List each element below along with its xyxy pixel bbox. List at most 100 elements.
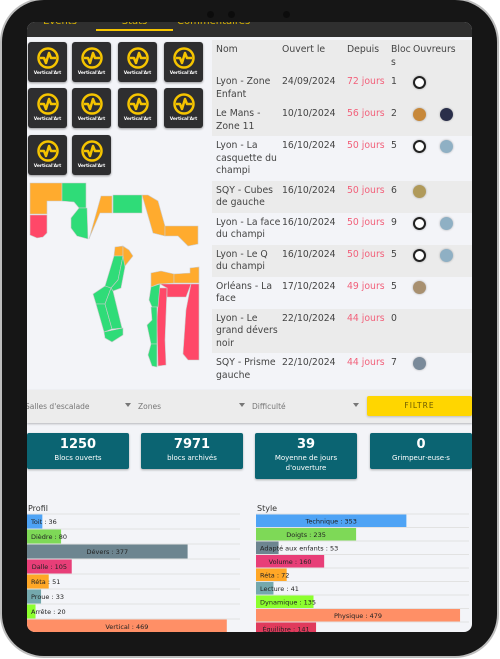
zone-name: Orléans - La face	[216, 280, 273, 305]
days-since: 50 jours	[347, 248, 385, 260]
zone-polygon-bad[interactable]	[29, 214, 48, 239]
vertical-art-logo-icon	[172, 93, 195, 115]
table-row[interactable]: Orléans - La face 17/10/2024 49 jours 5	[212, 277, 472, 309]
gym-logo-tile[interactable]: Vertical'Art	[28, 88, 67, 128]
gym-select[interactable]: Salles d'escalade	[27, 402, 90, 411]
opener-avatar[interactable]	[440, 140, 453, 153]
zone-polygon-warn[interactable]	[141, 194, 166, 237]
zone-polygon-good[interactable]	[112, 194, 143, 214]
gym-logo-tile[interactable]: Vertical'Art	[164, 42, 203, 82]
zone-name: SQY - Prisme gauche	[216, 357, 276, 380]
stat-value: 7971	[173, 437, 211, 452]
openers	[413, 280, 472, 306]
table-row[interactable]: Lyon - La casquette du champi 16/10/2024 5…	[212, 136, 472, 181]
zone-polygon-good[interactable]	[70, 207, 89, 240]
days-since: 44 jours	[347, 357, 385, 368]
zone-polygon-good[interactable]	[147, 343, 158, 368]
bar-label: Lecture : 41	[260, 585, 299, 593]
stat-label: Moyenne de jours d'ouverture	[274, 454, 338, 472]
table-row[interactable]: Le Mans - Zone 11 10/10/2024 56 jours 2	[212, 104, 472, 136]
zone-polygon-good[interactable]	[148, 283, 161, 308]
vertical-art-logo-icon	[172, 47, 195, 69]
vertical-art-logo-icon	[36, 47, 59, 69]
opener-avatar[interactable]	[440, 108, 453, 121]
bar-label: Physique : 479	[334, 612, 382, 620]
bar-label: Toit : 36	[30, 518, 57, 526]
zone-name: SQY - Cubes de gauche	[216, 184, 274, 209]
zone-polygon-warn[interactable]	[29, 182, 63, 215]
header-ouvert[interactable]: Ouvert le	[282, 44, 347, 69]
block-count: 5	[391, 248, 397, 260]
zone-polygon-good[interactable]	[146, 306, 158, 345]
table-row[interactable]: Lyon - La face du champi 16/10/2024 50 jou…	[212, 213, 472, 245]
bar-label: Réta : 51	[31, 578, 60, 586]
table-row[interactable]: SQY - Cubes de gauche 16/10/2024 50 jours 6	[212, 180, 472, 213]
tab-stats[interactable]: Stats	[96, 22, 173, 31]
header-blocs[interactable]: Blocs	[391, 44, 413, 69]
zone-name: Lyon - La casquette du champi	[216, 140, 277, 176]
zone-name: Lyon - Le Q du champi	[216, 248, 268, 273]
difficulty-select[interactable]: Difficulté	[252, 402, 286, 411]
header-nom[interactable]: Nom	[216, 44, 282, 69]
chevron-down-icon[interactable]	[353, 403, 359, 407]
days-since: 49 jours	[347, 280, 385, 292]
stat-value: 1250	[59, 437, 97, 452]
openers	[413, 216, 472, 242]
table-row[interactable]: Lyon - Le grand dévers noir 22/10/2024 44 …	[212, 308, 472, 353]
header-ouvreurs[interactable]: Ouvreurs	[413, 44, 472, 69]
openers	[413, 140, 472, 178]
gym-logo-tile[interactable]: Vertical'Art	[72, 42, 111, 82]
opened-date: 16/10/2024	[282, 140, 336, 151]
zone-polygon-warn[interactable]	[88, 195, 113, 240]
table-row[interactable]: SQY - Prisme gauche 22/10/2024 44 jours 7	[212, 353, 472, 380]
bar-label: Doigts : 235	[286, 531, 326, 539]
opener-avatar[interactable]	[413, 108, 426, 121]
opened-date: 22/10/2024	[282, 357, 336, 368]
block-count: 5	[391, 140, 397, 151]
stat-card-open: 1250 Blocs ouverts	[27, 433, 129, 469]
opener-avatar[interactable]	[413, 140, 426, 153]
opener-avatar[interactable]	[413, 184, 426, 198]
gym-logo-tile[interactable]: Vertical'Art	[72, 88, 111, 128]
opener-avatar[interactable]	[413, 216, 426, 230]
opener-avatar[interactable]	[413, 248, 426, 262]
opener-avatar[interactable]	[413, 357, 426, 370]
zone-name: Lyon - La face du champi	[216, 216, 281, 241]
zone-polygon-warn[interactable]	[173, 266, 200, 284]
filter-bar: Salles d'escalade Zones Difficulté FILTR…	[27, 390, 472, 423]
opener-avatar[interactable]	[413, 280, 426, 294]
opener-avatar[interactable]	[413, 76, 426, 89]
tab-commentaires[interactable]: Commentaires	[177, 22, 250, 31]
table-row[interactable]: Lyon - Le Q du champi 16/10/2024 50 jours 5	[212, 244, 472, 277]
table-row[interactable]: Lyon - Zone Enfant 24/09/2024 72 jours 1	[212, 72, 472, 104]
filter-button[interactable]: FILTRE	[367, 396, 472, 416]
gym-logo-tile[interactable]: Vertical'Art	[118, 88, 157, 128]
bar-label: Arrête : 20	[31, 608, 66, 616]
gym-logo-tile[interactable]: Vertical'Art	[72, 135, 111, 175]
zones-select[interactable]: Zones	[138, 402, 161, 411]
vertical-art-logo-icon	[36, 93, 59, 115]
zone-polygon-warn[interactable]	[113, 245, 124, 257]
zone-polygon-good[interactable]	[61, 182, 87, 209]
gym-logo-tile[interactable]: Vertical'Art	[28, 42, 67, 82]
opener-avatar[interactable]	[440, 248, 453, 262]
tab-bar: Events Stats Commentaires	[27, 22, 472, 37]
vertical-art-logo-icon	[80, 47, 103, 69]
zone-polygon-warn[interactable]	[164, 225, 199, 247]
opener-avatar[interactable]	[440, 216, 453, 230]
logo-brand: Vertical'Art	[123, 117, 152, 122]
chevron-down-icon[interactable]	[125, 403, 131, 407]
vertical-art-logo-icon	[126, 47, 149, 69]
header-depuis[interactable]: Depuis	[347, 44, 391, 69]
gym-logo-tile[interactable]: Vertical'Art	[118, 42, 157, 82]
chevron-down-icon[interactable]	[239, 403, 245, 407]
stat-label: Blocs ouverts	[54, 454, 102, 462]
stat-value: 0	[416, 437, 426, 452]
logo-brand: Vertical'Art	[33, 164, 62, 169]
gym-logo-tile[interactable]: Vertical'Art	[164, 88, 203, 128]
logo-brand: Vertical'Art	[77, 117, 106, 122]
logo-brand: Vertical'Art	[77, 164, 106, 169]
gym-logo-tile[interactable]: Vertical'Art	[28, 135, 67, 175]
tab-events[interactable]: Events	[35, 22, 85, 31]
logo-brand: Vertical'Art	[123, 71, 152, 76]
